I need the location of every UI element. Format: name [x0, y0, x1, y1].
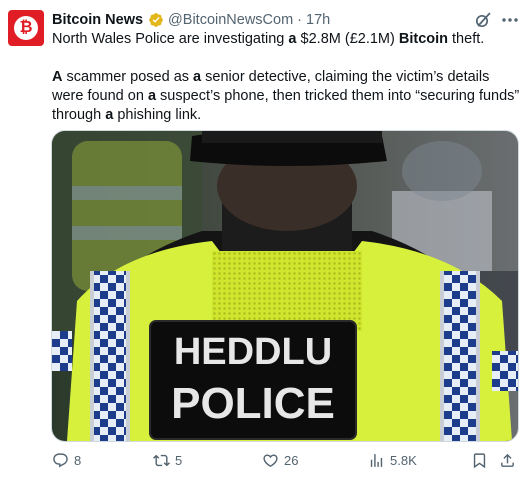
tweet-media-photo[interactable]: HEDDLU POLICE — [51, 130, 519, 442]
text-segment: scammer posed as — [66, 69, 190, 85]
bookmark-button[interactable] — [471, 452, 493, 469]
text-segment-bold: a — [105, 107, 114, 123]
reply-button[interactable]: 8 — [52, 452, 81, 469]
tweet-header: Bitcoin News @BitcoinNewsCom · 17h — [52, 11, 330, 29]
views-count: 5.8K — [390, 453, 417, 468]
like-button[interactable]: 26 — [262, 452, 298, 469]
account-handle[interactable]: @BitcoinNewsCom — [168, 12, 293, 28]
patch-text-heddlu: HEDDLU — [174, 331, 332, 373]
views-chart-icon — [370, 454, 383, 467]
tweet-card: ₿ Bitcoin News @BitcoinNewsCom · 17h Nor… — [0, 0, 531, 480]
share-button[interactable] — [499, 452, 521, 469]
grok-icon[interactable] — [474, 11, 492, 29]
text-segment: North Wales Police are investigating — [52, 31, 285, 47]
like-count: 26 — [284, 453, 299, 468]
text-segment: $2.8M (£2.1M) — [300, 31, 395, 47]
separator-dot: · — [297, 12, 303, 28]
more-options-icon[interactable] — [499, 10, 521, 30]
account-name[interactable]: Bitcoin News — [52, 12, 143, 28]
reply-count: 8 — [74, 453, 82, 468]
verified-badge-icon — [148, 12, 164, 28]
views-button[interactable]: 5.8K — [368, 452, 417, 469]
repost-count: 5 — [175, 453, 183, 468]
text-segment-bold: a — [288, 31, 297, 47]
share-icon — [501, 453, 514, 467]
text-segment-bold: a — [193, 69, 202, 85]
timestamp[interactable]: 17h — [306, 12, 330, 28]
repost-icon — [153, 454, 170, 467]
text-segment-bold: a — [147, 88, 157, 104]
text-segment: theft. — [452, 31, 485, 47]
patch-text-police: POLICE — [171, 379, 335, 428]
text-segment-bold: Bitcoin — [398, 31, 448, 47]
text-segment-bold: A — [52, 69, 63, 85]
tweet-text-paragraph2: A scammer posed as a senior detective, c… — [52, 68, 522, 125]
reply-icon — [53, 453, 68, 468]
heart-icon — [263, 454, 278, 467]
text-segment: phishing link. — [117, 107, 202, 123]
tweet-text-line1: North Wales Police are investigating a $… — [52, 30, 522, 49]
bitcoin-logo-icon: ₿ — [14, 16, 38, 40]
police-officer-photo: HEDDLU POLICE — [52, 131, 518, 441]
action-bar: 8 5 26 5.8K — [0, 452, 531, 472]
bookmark-icon — [473, 453, 486, 469]
repost-button[interactable]: 5 — [153, 452, 182, 469]
avatar[interactable]: ₿ — [8, 10, 44, 46]
